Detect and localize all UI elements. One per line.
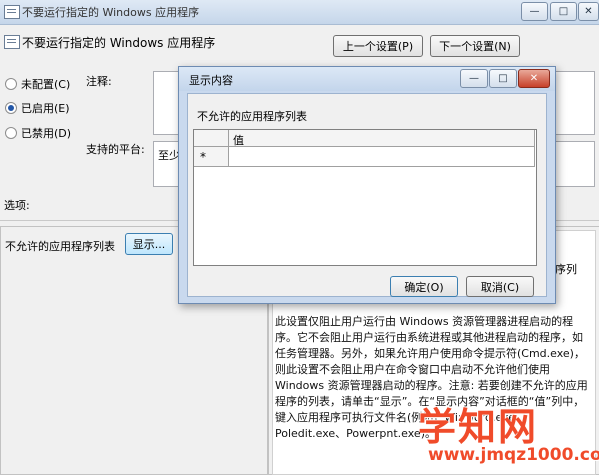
window-titlebar[interactable]: 不要运行指定的 Windows 应用程序 — □ ✕ — [0, 0, 599, 25]
show-contents-dialog: 显示内容 — □ ✕ 不允许的应用程序列表 值 * 确定(O) 取消(C) — [178, 66, 556, 304]
watermark-logo: 学知网 — [418, 405, 539, 449]
disallowed-list-label: 不允许的应用程序列表 — [5, 240, 115, 253]
policy-title: 不要运行指定的 Windows 应用程序 — [22, 36, 216, 50]
comment-label: 注释: — [86, 75, 112, 88]
prev-setting-button[interactable]: 上一个设置(P) — [333, 35, 423, 57]
radio-enabled-icon[interactable] — [5, 102, 17, 114]
ok-button[interactable]: 确定(O) — [390, 276, 458, 297]
policy-icon — [4, 35, 20, 49]
supported-platform-label: 支持的平台: — [86, 143, 145, 156]
grid-corner-cell — [194, 130, 229, 147]
dialog-minimize-icon[interactable]: — — [460, 69, 488, 88]
grid-value-cell[interactable] — [229, 147, 535, 167]
window-title: 不要运行指定的 Windows 应用程序 — [22, 6, 200, 19]
dialog-list-heading: 不允许的应用程序列表 — [197, 110, 307, 123]
dialog-close-icon[interactable]: ✕ — [518, 69, 550, 88]
radio-not-configured-icon[interactable] — [5, 78, 17, 90]
grid-column-header[interactable]: 值 — [229, 130, 535, 147]
cancel-button[interactable]: 取消(C) — [466, 276, 534, 297]
value-grid[interactable]: 值 * — [193, 129, 537, 266]
radio-label: 已禁用(D) — [21, 127, 72, 140]
grid-row-header[interactable]: * — [194, 147, 229, 167]
grid-column-header-label: 值 — [233, 134, 244, 147]
radio-enabled[interactable]: 已启用(E) — [5, 100, 70, 116]
radio-disabled[interactable]: 已禁用(D) — [5, 125, 71, 141]
radio-label: 未配置(C) — [21, 78, 71, 91]
help-text-partial: 序列 — [555, 263, 577, 276]
minimize-icon[interactable]: — — [521, 2, 548, 21]
new-row-marker: * — [200, 150, 206, 164]
show-button[interactable]: 显示... — [125, 233, 173, 255]
radio-label: 已启用(E) — [21, 102, 70, 115]
dialog-title: 显示内容 — [189, 74, 233, 87]
supported-platform-value: 至少 — [158, 149, 180, 162]
maximize-icon[interactable]: □ — [550, 2, 577, 21]
dialog-titlebar[interactable]: 显示内容 — □ ✕ — [179, 67, 555, 91]
options-label: 选项: — [4, 199, 30, 212]
next-setting-button[interactable]: 下一个设置(N) — [430, 35, 520, 57]
radio-not-configured[interactable]: 未配置(C) — [5, 76, 70, 92]
watermark-url: www.jmqz1000.com — [428, 445, 599, 465]
dialog-maximize-icon[interactable]: □ — [489, 69, 517, 88]
close-icon[interactable]: ✕ — [578, 2, 599, 21]
radio-disabled-icon[interactable] — [5, 127, 17, 139]
policy-app-icon — [4, 5, 20, 19]
